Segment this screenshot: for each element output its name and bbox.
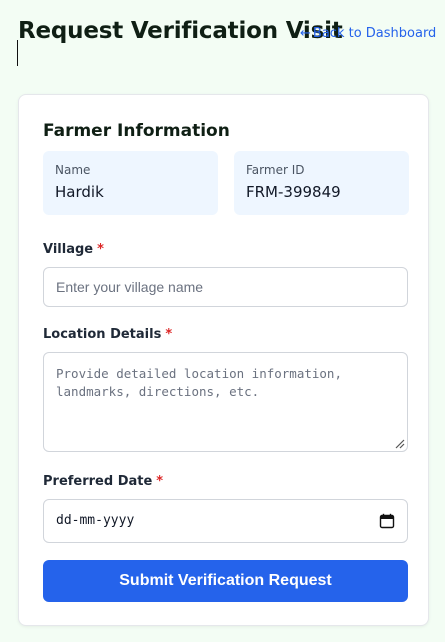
date-label-text: Preferred Date: [43, 474, 153, 489]
location-label-text: Location Details: [43, 327, 162, 342]
required-marker: *: [156, 474, 164, 489]
farmer-id-label: Farmer ID: [246, 163, 305, 177]
farmer-id-value: FRM-399849: [246, 183, 341, 201]
calendar-icon[interactable]: [379, 513, 395, 529]
village-input[interactable]: [43, 267, 408, 307]
farmer-id-box: Farmer ID FRM-399849: [234, 151, 409, 215]
farmer-name-label: Name: [55, 163, 91, 177]
resize-grip-icon[interactable]: [393, 437, 405, 449]
farmer-name-box: Name Hardik: [43, 151, 218, 215]
required-marker: *: [97, 242, 104, 257]
date-placeholder: dd-mm-yyyy: [56, 513, 135, 528]
required-marker: *: [165, 327, 173, 342]
preferred-date-label: Preferred Date *: [43, 474, 163, 489]
left-arrow-icon: ←: [300, 26, 311, 41]
submit-verification-button[interactable]: Submit Verification Request: [43, 560, 408, 602]
farmer-name-value: Hardik: [55, 183, 104, 201]
page-header: Request Verification Visit ← Back to Dash…: [0, 18, 445, 66]
location-details-label: Location Details *: [43, 327, 172, 342]
village-label-text: Village: [43, 242, 94, 257]
preferred-date-input[interactable]: dd-mm-yyyy: [43, 499, 408, 543]
village-label: Village *: [43, 242, 104, 257]
page-title: Request Verification Visit: [18, 18, 343, 44]
location-details-textarea[interactable]: [43, 352, 408, 452]
verification-form-card: Farmer Information Name Hardik Farmer ID…: [18, 94, 429, 626]
back-to-dashboard-link[interactable]: ← Back to Dashboard: [300, 26, 436, 41]
farmer-info-title: Farmer Information: [43, 121, 230, 141]
back-link-label: Back to Dashboard: [312, 26, 437, 41]
